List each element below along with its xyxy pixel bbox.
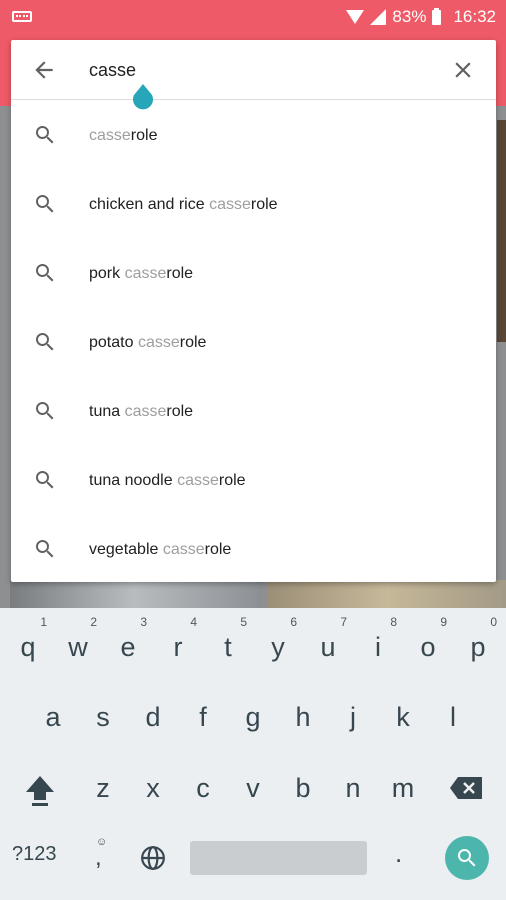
key-j[interactable]: j	[328, 687, 378, 747]
key-w[interactable]: w2	[53, 615, 103, 677]
search-card: casse casserole chicken and rice cassero…	[11, 40, 496, 582]
suggestion-text: vegetable casserole	[89, 540, 232, 558]
key-a[interactable]: a	[28, 687, 78, 747]
key-c[interactable]: c	[178, 758, 228, 818]
key-f[interactable]: f	[178, 687, 228, 747]
search-action-key[interactable]	[445, 836, 489, 880]
key-u[interactable]: u7	[303, 615, 353, 677]
comma-emoji-key[interactable]: ☺ ,	[90, 834, 114, 874]
wifi-icon	[346, 10, 365, 24]
battery-level: 83%	[392, 7, 427, 26]
key-x[interactable]: x	[128, 758, 178, 818]
suggestion-item[interactable]: tuna noodle casserole	[11, 446, 496, 515]
close-icon[interactable]	[450, 57, 476, 83]
key-y[interactable]: y6	[253, 615, 303, 677]
suggestion-item[interactable]: chicken and rice casserole	[11, 170, 496, 239]
key-t[interactable]: t5	[203, 615, 253, 677]
suggestion-list: casserole chicken and rice casserole por…	[11, 101, 496, 584]
recipe-image-right	[497, 120, 506, 342]
space-key[interactable]	[190, 841, 367, 875]
key-h[interactable]: h	[278, 687, 328, 747]
suggestion-item[interactable]: casserole	[11, 101, 496, 170]
search-icon	[36, 126, 54, 144]
suggestion-text: chicken and rice casserole	[89, 195, 278, 213]
suggestion-item[interactable]: pork casserole	[11, 239, 496, 308]
keyboard-icon	[12, 11, 32, 22]
recipe-image-left[interactable]	[10, 580, 257, 610]
recipe-image-right-bottom[interactable]	[268, 580, 506, 610]
key-k[interactable]: k	[378, 687, 428, 747]
suggestion-item[interactable]: vegetable casserole	[11, 515, 496, 584]
search-input[interactable]: casse	[89, 60, 136, 81]
key-p[interactable]: p0	[453, 615, 503, 677]
suggestion-text: pork casserole	[89, 264, 194, 282]
key-i[interactable]: i8	[353, 615, 403, 677]
key-e[interactable]: e3	[103, 615, 153, 677]
search-icon	[36, 402, 54, 420]
suggestion-text: tuna casserole	[89, 402, 194, 420]
key-q[interactable]: q1	[3, 615, 53, 677]
backspace-icon[interactable]	[448, 773, 484, 803]
key-z[interactable]: z	[78, 758, 128, 818]
clock: 16:32	[453, 7, 496, 26]
signal-icon	[370, 9, 387, 25]
suggestion-text: potato casserole	[89, 333, 207, 351]
search-header: casse	[11, 40, 496, 110]
suggestion-item[interactable]: potato casserole	[11, 308, 496, 377]
key-s[interactable]: s	[78, 687, 128, 747]
suggestion-text: casserole	[89, 126, 158, 144]
search-icon	[36, 540, 54, 558]
period-key[interactable]: .	[395, 838, 402, 869]
search-icon	[36, 333, 54, 351]
globe-icon[interactable]	[140, 845, 166, 871]
status-bar: 83% 16:32	[0, 0, 506, 34]
suggestion-text: tuna noodle casserole	[89, 471, 246, 489]
search-icon	[36, 195, 54, 213]
key-v[interactable]: v	[228, 758, 278, 818]
key-n[interactable]: n	[328, 758, 378, 818]
key-d[interactable]: d	[128, 687, 178, 747]
arrow-back-icon[interactable]	[31, 57, 57, 83]
search-icon	[458, 849, 476, 867]
search-icon	[36, 471, 54, 489]
search-icon	[36, 264, 54, 282]
key-r[interactable]: r4	[153, 615, 203, 677]
shift-icon[interactable]	[20, 772, 60, 808]
key-o[interactable]: o9	[403, 615, 453, 677]
key-l[interactable]: l	[428, 687, 478, 747]
symbols-key[interactable]: ?123	[12, 843, 57, 866]
battery-icon	[432, 7, 442, 25]
suggestion-item[interactable]: tuna casserole	[11, 377, 496, 446]
key-b[interactable]: b	[278, 758, 328, 818]
status-icons: 83% 16:32	[346, 0, 496, 34]
key-m[interactable]: m	[378, 758, 428, 818]
key-g[interactable]: g	[228, 687, 278, 747]
